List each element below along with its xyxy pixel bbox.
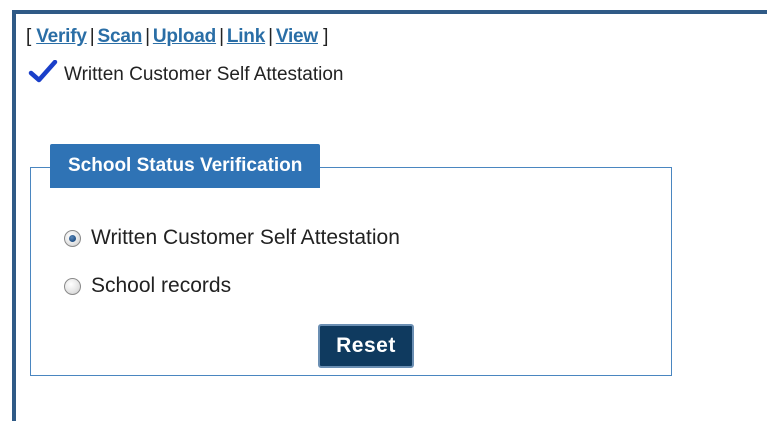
- close-bracket: ]: [323, 26, 329, 47]
- view-link[interactable]: View: [276, 26, 318, 47]
- link-separator: |: [268, 26, 273, 47]
- fieldset-legend: School Status Verification: [50, 144, 321, 188]
- option-label: Written Customer Self Attestation: [91, 226, 400, 249]
- upload-link[interactable]: Upload: [153, 26, 216, 47]
- option-label: School records: [91, 274, 232, 297]
- link-separator: |: [145, 26, 150, 47]
- action-links-bar: [ Verify | Scan | Upload | Link | View ]: [26, 26, 328, 48]
- radio-button[interactable]: [64, 229, 81, 247]
- option-school-records[interactable]: School records: [62, 274, 231, 298]
- verify-link[interactable]: Verify: [36, 26, 87, 47]
- status-text: Written Customer Self Attestation: [64, 64, 344, 85]
- open-bracket: [: [26, 26, 32, 47]
- option-self-attestation[interactable]: Written Customer Self Attestation: [62, 226, 400, 250]
- reset-button[interactable]: Reset: [318, 324, 414, 368]
- link-separator: |: [89, 26, 95, 47]
- checkmark-icon: [28, 60, 58, 83]
- verification-status: Written Customer Self Attestation: [28, 60, 344, 86]
- scan-link[interactable]: Scan: [98, 26, 143, 47]
- radio-button[interactable]: [64, 277, 81, 295]
- link-separator: |: [219, 26, 224, 47]
- link-link[interactable]: Link: [227, 26, 265, 47]
